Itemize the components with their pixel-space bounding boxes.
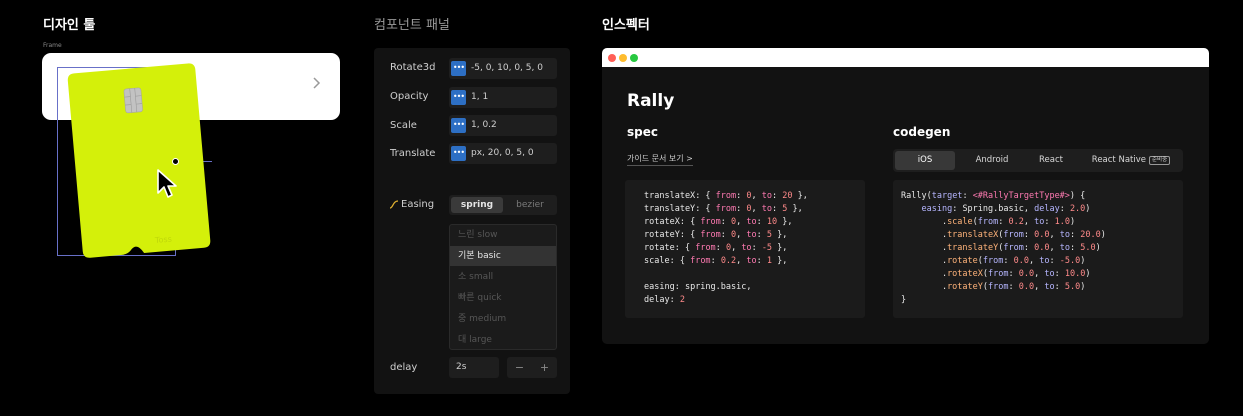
tab-ios[interactable]: iOS	[895, 151, 955, 170]
scale-label: Scale	[390, 120, 417, 131]
preset-quick[interactable]: 빠른 quick	[450, 288, 556, 308]
codegen-code-line: easing: Spring.basic, delay: 2.0)	[921, 204, 1091, 214]
delay-label: delay	[390, 362, 418, 373]
spec-code-line: rotateY: { from: 0, to: 5 },	[644, 230, 788, 240]
spec-code-line: translateY: { from: 0, to: 5 },	[644, 204, 803, 214]
codegen-code-line: }	[901, 295, 907, 305]
chevron-right-icon	[313, 77, 321, 89]
increment-button[interactable]: +	[532, 357, 557, 378]
spec-code-line: easing: spring.basic,	[644, 282, 752, 292]
preset-medium[interactable]: 중 medium	[450, 309, 556, 329]
delay-input[interactable]: 2s	[449, 357, 499, 378]
opacity-value: 1, 1	[471, 92, 489, 102]
spec-code-line: delay: 2	[644, 295, 685, 305]
mouse-cursor-icon	[157, 169, 177, 198]
binding-icon[interactable]: •••	[451, 146, 466, 161]
minimize-window-button[interactable]	[619, 54, 627, 62]
easing-bezier-option[interactable]: bezier	[505, 197, 555, 213]
spec-code-line	[644, 268, 808, 281]
spec-heading: spec	[627, 125, 658, 139]
design-tool-title: 디자인 툴	[43, 18, 96, 33]
translate-label: Translate	[390, 148, 436, 159]
rotate3d-value: -5, 0, 10, 0, 5, 0	[471, 63, 543, 73]
codegen-code-line: .rotateX(from: 0.0, to: 10.0)	[901, 269, 1091, 279]
component-panel-title: 컴포넌트 패널	[374, 18, 450, 33]
preset-small[interactable]: 소 small	[450, 267, 556, 287]
codegen-code-line: .rotate(from: 0.0, to: -5.0)	[901, 256, 1086, 266]
opacity-label: Opacity	[390, 91, 429, 102]
spec-code-line: rotate: { from: 0, to: -5 },	[644, 243, 788, 253]
easing-toggle: spring bezier	[449, 195, 557, 215]
rotate3d-label: Rotate3d	[390, 62, 436, 73]
credit-card-layer[interactable]: Toss	[60, 60, 220, 265]
binding-icon[interactable]: •••	[451, 61, 466, 76]
card-brand-text: Toss	[154, 235, 172, 246]
tab-react-native-label: React Native	[1091, 155, 1146, 165]
easing-curve-icon	[389, 200, 399, 209]
tab-react[interactable]: React	[1023, 151, 1079, 170]
close-window-button[interactable]	[608, 54, 616, 62]
spec-code-line: scale: { from: 0.2, to: 1 },	[644, 256, 788, 266]
codegen-code-line: .rotateY(from: 0.0, to: 5.0)	[901, 282, 1086, 292]
window-titlebar	[602, 48, 1209, 67]
binding-icon[interactable]: •••	[451, 118, 466, 133]
translate-value: px, 20, 0, 5, 0	[471, 148, 534, 158]
easing-spring-option[interactable]: spring	[451, 197, 503, 213]
inspector-title: 인스펙터	[602, 18, 650, 33]
maximize-window-button[interactable]	[630, 54, 638, 62]
preset-slow[interactable]: 느린 slow	[450, 225, 556, 245]
codegen-code-line: Rally(target: <#RallyTargetType#>) {	[901, 191, 1086, 201]
codegen-code: Rally(target: <#RallyTargetType#>) { eas…	[901, 190, 1106, 307]
easing-label: Easing	[401, 199, 435, 210]
guide-doc-link[interactable]: 가이드 문서 보기 >	[627, 153, 693, 166]
spec-code-line: translateX: { from: 0, to: 20 },	[644, 191, 808, 201]
rally-title: Rally	[627, 91, 675, 111]
tab-react-native[interactable]: React Native 준비중	[1081, 151, 1181, 170]
delay-value: 2s	[456, 362, 467, 372]
codegen-heading: codegen	[893, 125, 951, 139]
codegen-code-line: .translateY(from: 0.0, to: 5.0)	[901, 243, 1101, 253]
tab-android[interactable]: Android	[961, 151, 1023, 170]
platform-tabs: iOS Android React React Native 준비중	[893, 149, 1183, 172]
codegen-code-line: .scale(from: 0.2, to: 1.0)	[901, 217, 1076, 227]
preset-basic[interactable]: 기본 basic	[450, 246, 556, 266]
selection-handle[interactable]	[172, 158, 179, 165]
opacity-field[interactable]: ••• 1, 1	[449, 87, 557, 108]
rotate3d-field[interactable]: ••• -5, 0, 10, 0, 5, 0	[449, 58, 557, 79]
scale-field[interactable]: ••• 1, 0.2	[449, 115, 557, 136]
binding-icon[interactable]: •••	[451, 90, 466, 105]
spec-code: translateX: { from: 0, to: 20 }, translat…	[644, 190, 808, 307]
delay-stepper: − +	[507, 357, 557, 378]
spec-code-line: rotateX: { from: 0, to: 10 },	[644, 217, 793, 227]
scale-value: 1, 0.2	[471, 120, 497, 130]
preset-large[interactable]: 대 large	[450, 330, 556, 350]
easing-preset-list: 느린 slow 기본 basic 소 small 빠른 quick 중 medi…	[449, 224, 557, 350]
decrement-button[interactable]: −	[507, 357, 532, 378]
coming-soon-badge: 준비중	[1149, 156, 1171, 165]
frame-label: Frame	[43, 42, 62, 49]
translate-field[interactable]: ••• px, 20, 0, 5, 0	[449, 143, 557, 164]
codegen-code-line: .translateX(from: 0.0, to: 20.0)	[901, 230, 1106, 240]
